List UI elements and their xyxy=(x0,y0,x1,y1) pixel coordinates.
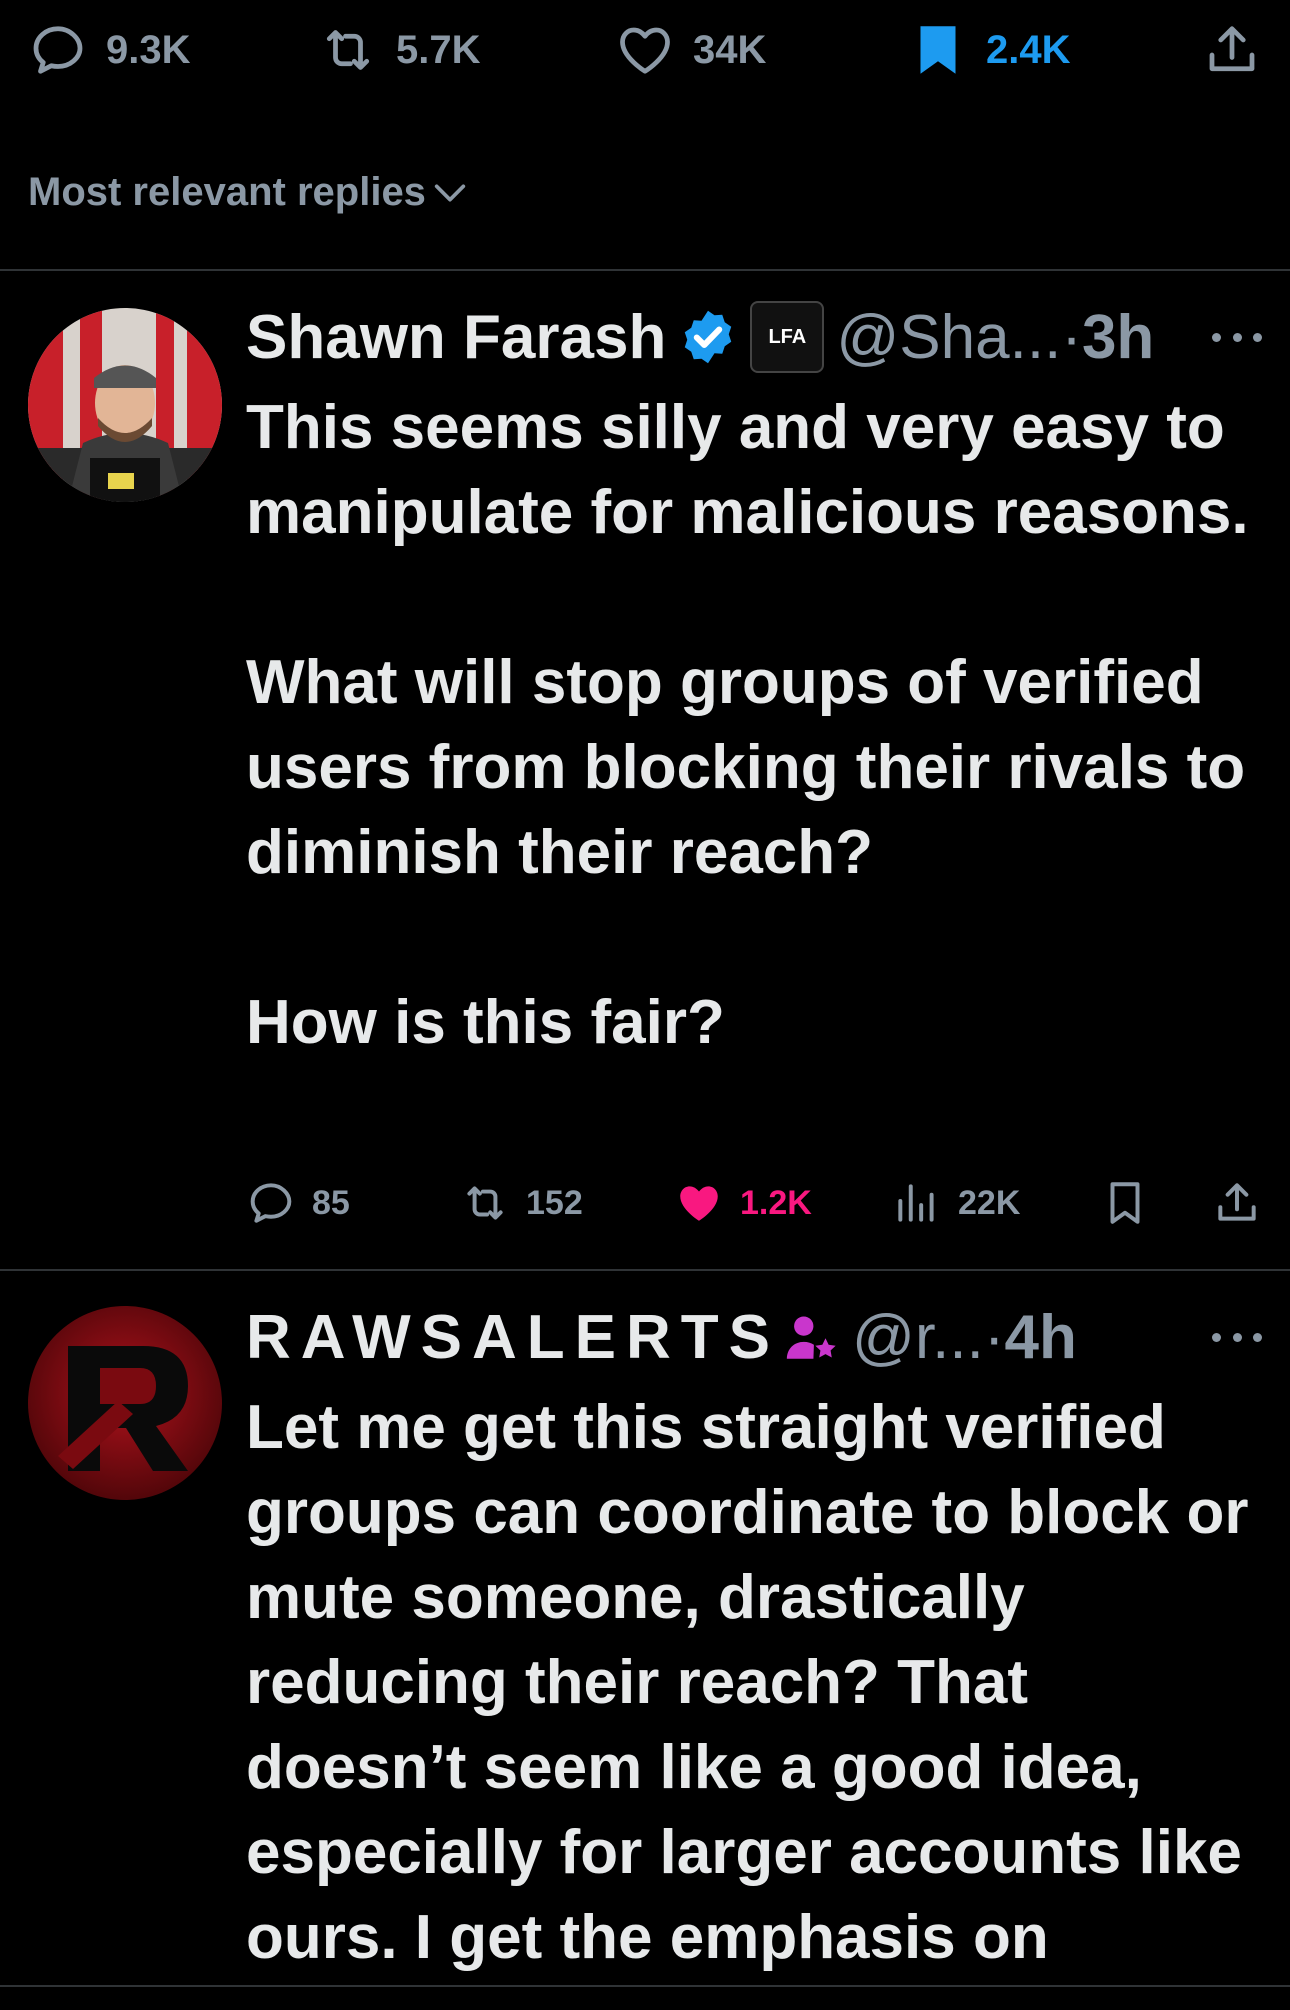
reply-icon xyxy=(250,1183,292,1223)
timestamp[interactable]: 4h xyxy=(1005,1302,1077,1373)
divider xyxy=(0,269,1290,271)
avatar[interactable] xyxy=(28,1306,222,1500)
reply-header: Shawn Farash LFA @Sha... · 3h xyxy=(246,301,1154,373)
repost-count: 5.7K xyxy=(396,27,481,72)
bookmark-button[interactable] xyxy=(1100,1168,1150,1238)
more-icon[interactable] xyxy=(1212,327,1262,347)
like-icon xyxy=(680,1186,718,1221)
timestamp[interactable]: 3h xyxy=(1082,302,1154,373)
avatar[interactable] xyxy=(28,308,222,502)
reply-paragraph: What will stop groups of verified users … xyxy=(246,648,1246,887)
post-stats-bar: 9.3K 5.7K 34K 2.4K xyxy=(0,0,1290,100)
repost-button[interactable]: 152 xyxy=(460,1168,583,1238)
views-icon xyxy=(898,1184,934,1222)
reply-paragraph: This seems silly and very easy to manipu… xyxy=(246,393,1249,547)
handle[interactable]: @r... xyxy=(852,1302,984,1373)
like-count-button[interactable]: 34K xyxy=(615,18,766,82)
reply-text: Let me get this straight verified groups… xyxy=(246,1385,1256,1980)
like-count: 1.2K xyxy=(740,1183,812,1222)
share-icon xyxy=(1218,1183,1256,1221)
share-icon xyxy=(1209,26,1255,72)
bookmark-count-button[interactable]: 2.4K xyxy=(908,18,1071,82)
bookmark-count: 2.4K xyxy=(986,27,1071,72)
divider xyxy=(0,1985,1290,1987)
subscriber-icon xyxy=(786,1316,836,1359)
divider xyxy=(0,1269,1290,1271)
like-button[interactable]: 1.2K xyxy=(674,1168,812,1238)
reply-sort-dropdown[interactable]: Most relevant replies xyxy=(28,170,470,215)
views-count: 22K xyxy=(958,1183,1021,1222)
repost-icon xyxy=(467,1186,503,1220)
sort-label: Most relevant replies xyxy=(28,170,426,214)
handle[interactable]: @Sha... xyxy=(836,302,1061,373)
bookmark-icon xyxy=(920,26,956,74)
affiliate-badge[interactable]: LFA xyxy=(750,301,825,373)
more-icon[interactable] xyxy=(1212,1327,1262,1347)
like-icon xyxy=(620,27,670,74)
reply-count: 85 xyxy=(312,1183,350,1222)
display-name[interactable]: Shawn Farash xyxy=(246,302,666,373)
share-button[interactable] xyxy=(1212,1168,1262,1238)
repost-icon xyxy=(326,30,370,70)
repost-count: 152 xyxy=(526,1183,583,1222)
repost-count-button[interactable]: 5.7K xyxy=(318,18,481,82)
reply-actions: 85 152 1.2K 22K xyxy=(246,1168,1262,1238)
views-button[interactable]: 22K xyxy=(892,1168,1020,1238)
reply-button[interactable]: 85 xyxy=(246,1168,350,1238)
bookmark-icon xyxy=(1110,1182,1140,1224)
verified-badge-icon xyxy=(685,310,732,364)
display-name[interactable]: RAWSALERTS xyxy=(246,1302,780,1373)
reply-text: This seems silly and very easy to manipu… xyxy=(246,385,1256,1065)
reply-count: 9.3K xyxy=(106,27,191,72)
like-count: 34K xyxy=(693,27,767,72)
reply-icon xyxy=(33,26,83,74)
separator-dot: · xyxy=(1061,302,1082,372)
reply-paragraph: Let me get this straight verified groups… xyxy=(246,1393,1249,1972)
reply-header: RAWSALERTS @r... · 4h xyxy=(246,1302,1077,1372)
share-button[interactable] xyxy=(1202,18,1262,82)
separator-dot: · xyxy=(983,1302,1005,1372)
chevron-down-icon xyxy=(434,184,466,201)
reply-paragraph: How is this fair? xyxy=(246,988,725,1057)
reply-count-button[interactable]: 9.3K xyxy=(28,18,191,82)
